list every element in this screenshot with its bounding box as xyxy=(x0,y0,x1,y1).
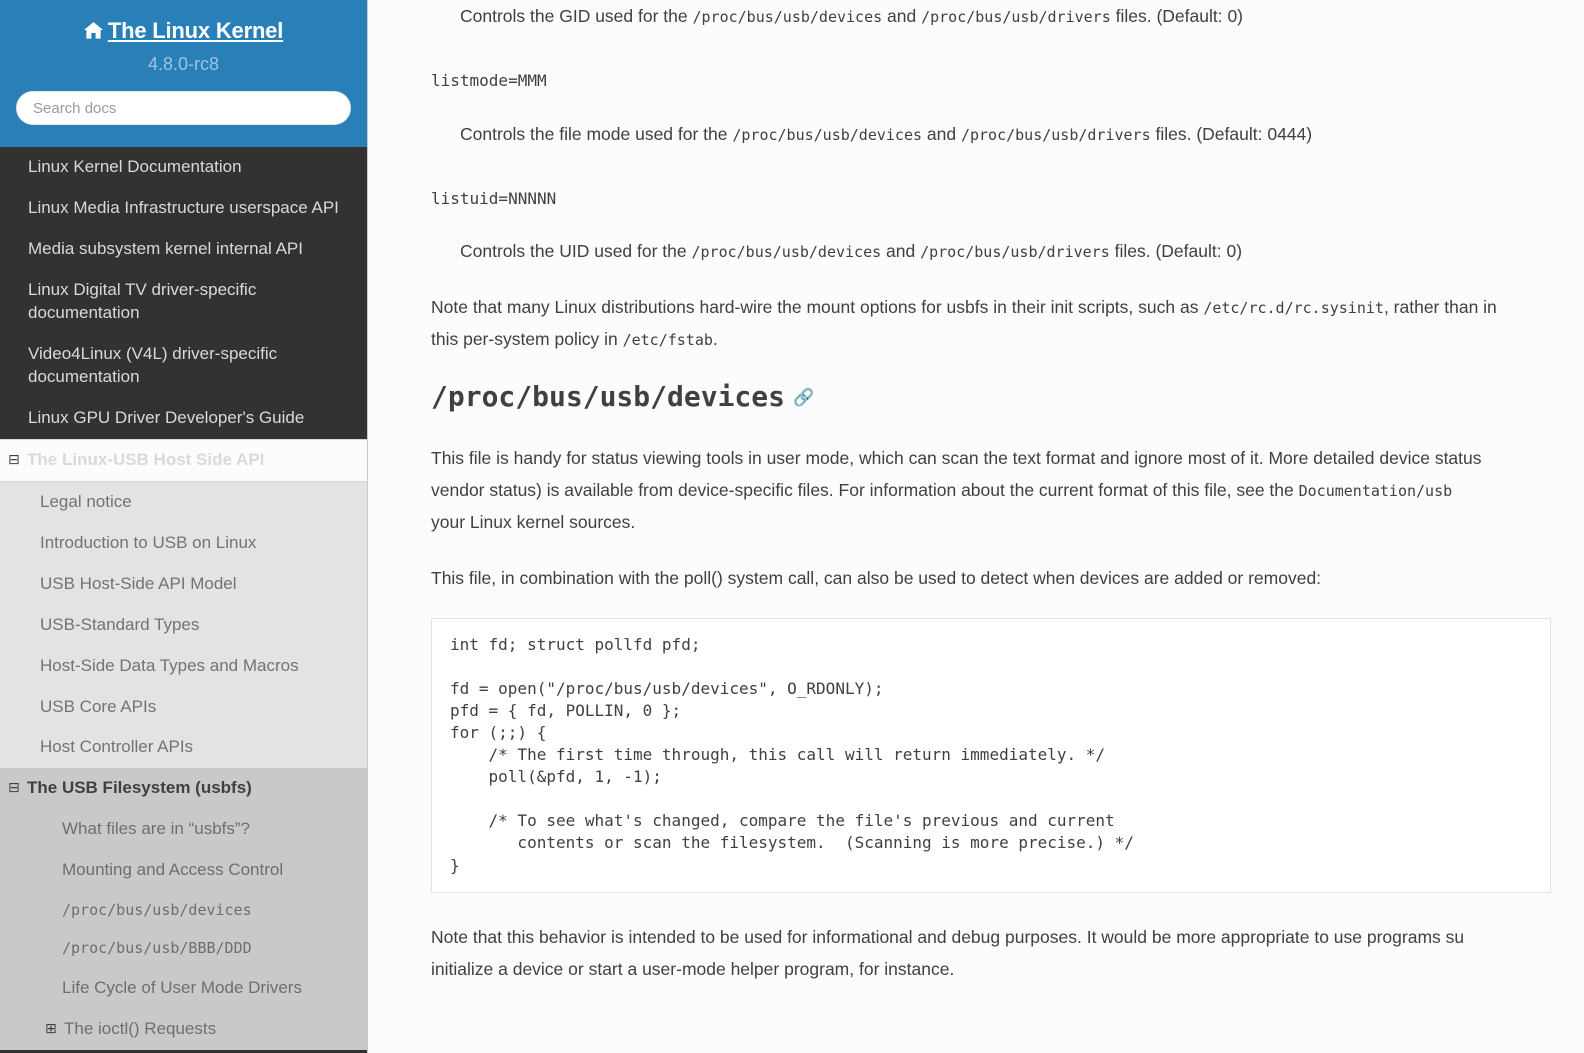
inline-code: /proc/bus/usb/drivers xyxy=(960,125,1151,144)
inline-code: /etc/rc.d/rc.sysinit xyxy=(1203,299,1384,318)
sidebar-section-label: The Linux-USB Host Side API xyxy=(27,449,265,469)
sidebar-section-usb-filesystem: ⊟ The USB Filesystem (usbfs) What files a… xyxy=(0,768,367,1050)
page-title: /proc/bus/usb/devices 🔗 xyxy=(431,379,1528,415)
paragraph-mount-options-note: Note that many Linux distributions hard-… xyxy=(431,297,1497,350)
paragraph-behavior-note: Note that this behavior is intended to b… xyxy=(431,926,1465,979)
sidebar-item-legal-notice: Legal notice xyxy=(0,482,367,523)
sidebar-item-gpu-driver-guide: Linux GPU Driver Developer's Guide xyxy=(0,398,367,439)
definition-description: Controls the file mode used for the /pro… xyxy=(460,123,1313,144)
sidebar-item-introduction-to-usb: Introduction to USB on Linux xyxy=(0,523,367,564)
sidebar-item-host-controller-apis: Host Controller APIs xyxy=(0,727,367,768)
inline-code: /etc/fstab xyxy=(622,331,713,350)
sidebar-link[interactable]: Host Controller APIs xyxy=(0,727,367,768)
main-content-area: Controls the GID used for the /proc/bus/… xyxy=(368,0,1584,1053)
sidebar-item-label: The ioctl() Requests xyxy=(64,1018,217,1038)
collapse-minus-icon[interactable]: ⊟ xyxy=(8,779,23,798)
page-root: The Linux Kernel 4.8.0-rc8 Linux Kernel … xyxy=(0,0,1584,1053)
sidebar-item-usb-core-apis: USB Core APIs xyxy=(0,687,367,728)
sidebar-link[interactable]: Media subsystem kernel internal API xyxy=(0,229,367,270)
inline-code: /proc/bus/usb/drivers xyxy=(920,243,1110,262)
nav-top-level-list: Linux Kernel Documentation Linux Media I… xyxy=(0,147,367,1050)
sidebar-section-toggle-usb-host-side-api[interactable]: ⊟ The Linux-USB Host Side API xyxy=(0,438,367,482)
inline-code: /proc/bus/usb/devices xyxy=(692,8,883,26)
expand-plus-icon[interactable]: ⊞ xyxy=(45,1020,60,1039)
sidebar-header: The Linux Kernel 4.8.0-rc8 xyxy=(0,0,367,148)
code-block[interactable]: int fd; struct pollfd pfd; fd = open("/p… xyxy=(431,617,1551,893)
sidebar-item-ioctl-requests: ⊞ The ioctl() Requests xyxy=(0,1009,367,1050)
definition-term-listuid: listuid=NNNNN xyxy=(431,188,557,208)
nav-third-level-list: What files are in “usbfs”? Mounting and … xyxy=(0,809,367,1050)
version-label: 4.8.0-rc8 xyxy=(147,54,220,75)
sidebar-link[interactable]: ⊞ The ioctl() Requests xyxy=(0,1009,367,1050)
sidebar-item-media-userspace-api: Linux Media Infrastructure userspace API xyxy=(0,188,367,229)
sidebar-link[interactable]: Life Cycle of User Mode Drivers xyxy=(0,968,367,1009)
inline-code: /proc/bus/usb/devices xyxy=(691,243,882,262)
inline-code: /proc/bus/usb/drivers xyxy=(921,8,1111,26)
sidebar-item-what-files-usbfs: What files are in “usbfs”? xyxy=(0,809,367,850)
sidebar-link[interactable]: Linux GPU Driver Developer's Guide xyxy=(0,398,367,439)
brand-label: The Linux Kernel xyxy=(107,18,284,43)
document-body: Controls the GID used for the /proc/bus/… xyxy=(368,0,1551,985)
sidebar-item-mounting-access-control: Mounting and Access Control xyxy=(0,850,367,891)
sidebar-nav[interactable]: Linux Kernel Documentation Linux Media I… xyxy=(0,147,367,1053)
mount-options-definition-list: Controls the GID used for the /proc/bus/… xyxy=(431,0,1528,267)
sidebar: The Linux Kernel 4.8.0-rc8 Linux Kernel … xyxy=(0,0,368,1053)
sidebar-link[interactable]: USB-Standard Types xyxy=(0,605,367,646)
inline-code: Documentation/usb xyxy=(1298,481,1453,500)
page-title-text: /proc/bus/usb/devices xyxy=(431,380,786,414)
sidebar-section-label: The USB Filesystem (usbfs) xyxy=(27,778,252,798)
brand-home-link[interactable]: The Linux Kernel xyxy=(16,18,351,44)
search-input[interactable] xyxy=(16,91,351,126)
sidebar-link[interactable]: Legal notice xyxy=(0,482,367,523)
sidebar-link[interactable]: Video4Linux (V4L) driver-specific docume… xyxy=(0,334,367,398)
sidebar-item-proc-bus-usb-devices: /proc/bus/usb/devices xyxy=(0,891,367,929)
collapse-minus-icon[interactable]: ⊟ xyxy=(8,451,23,470)
sidebar-link[interactable]: Mounting and Access Control xyxy=(0,850,367,891)
sidebar-item-kernel-documentation: Linux Kernel Documentation xyxy=(0,147,367,188)
sidebar-item-life-cycle-user-mode-drivers: Life Cycle of User Mode Drivers xyxy=(0,968,367,1009)
paragraph-poll-system-call: This file, in combination with the poll(… xyxy=(431,567,1322,588)
link-icon[interactable]: 🔗 xyxy=(793,388,814,408)
sidebar-item-host-side-data-types: Host-Side Data Types and Macros xyxy=(0,646,367,687)
code-block-content: int fd; struct pollfd pfd; fd = open("/p… xyxy=(450,634,1134,875)
sidebar-link[interactable]: Introduction to USB on Linux xyxy=(0,523,367,564)
home-icon xyxy=(83,22,103,39)
sidebar-link[interactable]: Linux Media Infrastructure userspace API xyxy=(0,188,367,229)
sidebar-link[interactable]: USB Core APIs xyxy=(0,687,367,728)
sidebar-link[interactable]: Linux Kernel Documentation xyxy=(0,147,367,188)
sidebar-section-toggle-usb-filesystem[interactable]: ⊟ The USB Filesystem (usbfs) xyxy=(0,768,367,810)
sidebar-item-media-internal-api: Media subsystem kernel internal API xyxy=(0,229,367,270)
sidebar-link[interactable]: What files are in “usbfs”? xyxy=(0,809,367,850)
sidebar-item-proc-bus-usb-bbb-ddd: /proc/bus/usb/BBB/DDD xyxy=(0,929,367,967)
nav-second-level-list: Legal notice Introduction to USB on Linu… xyxy=(0,481,367,1050)
paragraph-file-is-handy: This file is handy for status viewing to… xyxy=(431,447,1482,532)
definition-description: Controls the UID used for the /proc/bus/… xyxy=(460,241,1243,262)
sidebar-link[interactable]: Host-Side Data Types and Macros xyxy=(0,646,367,687)
sidebar-link[interactable]: Linux Digital TV driver-specific documen… xyxy=(0,270,367,334)
sidebar-section-usb-host-side-api: ⊟ The Linux-USB Host Side API Legal notic… xyxy=(0,438,367,1050)
sidebar-link[interactable]: /proc/bus/usb/devices xyxy=(0,891,367,929)
sidebar-item-usb-host-side-api-model: USB Host-Side API Model xyxy=(0,564,367,605)
sidebar-link[interactable]: /proc/bus/usb/BBB/DDD xyxy=(0,929,367,967)
inline-code: /proc/bus/usb/devices xyxy=(732,125,923,144)
sidebar-item-video4linux: Video4Linux (V4L) driver-specific docume… xyxy=(0,334,367,398)
sidebar-item-digital-tv: Linux Digital TV driver-specific documen… xyxy=(0,270,367,334)
definition-term-listmode: listmode=MMM xyxy=(431,71,547,91)
sidebar-link[interactable]: USB Host-Side API Model xyxy=(0,564,367,605)
definition-description: Controls the GID used for the /proc/bus/… xyxy=(460,6,1244,26)
sidebar-item-usb-standard-types: USB-Standard Types xyxy=(0,605,367,646)
